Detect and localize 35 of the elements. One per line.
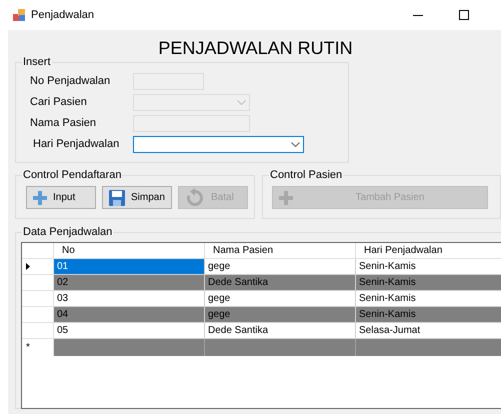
table-cell: gege	[205, 259, 356, 275]
field-label: No Penjadwalan	[30, 74, 112, 90]
table-cell: gege	[205, 307, 356, 323]
circular-arrow-icon	[185, 188, 205, 208]
table-cell: Senin-Kamis	[356, 291, 501, 307]
dropdown-field[interactable]	[133, 136, 304, 153]
table-cell: 04	[54, 307, 205, 323]
field-label: Cari Pasien	[30, 95, 88, 110]
plus-icon	[279, 190, 293, 204]
table-cell: Dede Santika	[205, 323, 356, 339]
chevron-down-icon	[237, 100, 246, 105]
table-cell: Senin-Kamis	[356, 307, 501, 323]
toolbar-button[interactable]: Input	[26, 186, 96, 209]
field-label: Nama Pasien	[30, 116, 98, 132]
page-heading: PENJADWALAN RUTIN	[158, 38, 353, 58]
toolbar-button[interactable]: Simpan	[102, 186, 172, 209]
table-cell: gege	[205, 291, 356, 307]
field-label: Hari Penjadwalan	[32, 137, 120, 152]
plus-icon	[33, 190, 47, 204]
table-cell: 03	[54, 291, 205, 307]
table-cell: Senin-Kamis	[356, 275, 501, 291]
chevron-down-icon	[291, 142, 300, 147]
grid-corner-header	[22, 243, 54, 259]
table-cell: 01	[54, 259, 205, 275]
group-title: Data Penjadwalan	[22, 225, 114, 239]
current-row-icon	[26, 263, 30, 270]
app-icon	[13, 9, 25, 21]
window-title: Penjadwalan	[31, 8, 94, 23]
table-cell: Selasa-Jumat	[356, 323, 501, 339]
table-cell: Dede Santika	[205, 275, 356, 291]
table-cell: 02	[54, 275, 205, 291]
minimize-icon	[413, 14, 423, 16]
maximize-icon	[459, 10, 469, 20]
table-cell: Senin-Kamis	[356, 259, 501, 275]
table-cell: 05	[54, 323, 205, 339]
